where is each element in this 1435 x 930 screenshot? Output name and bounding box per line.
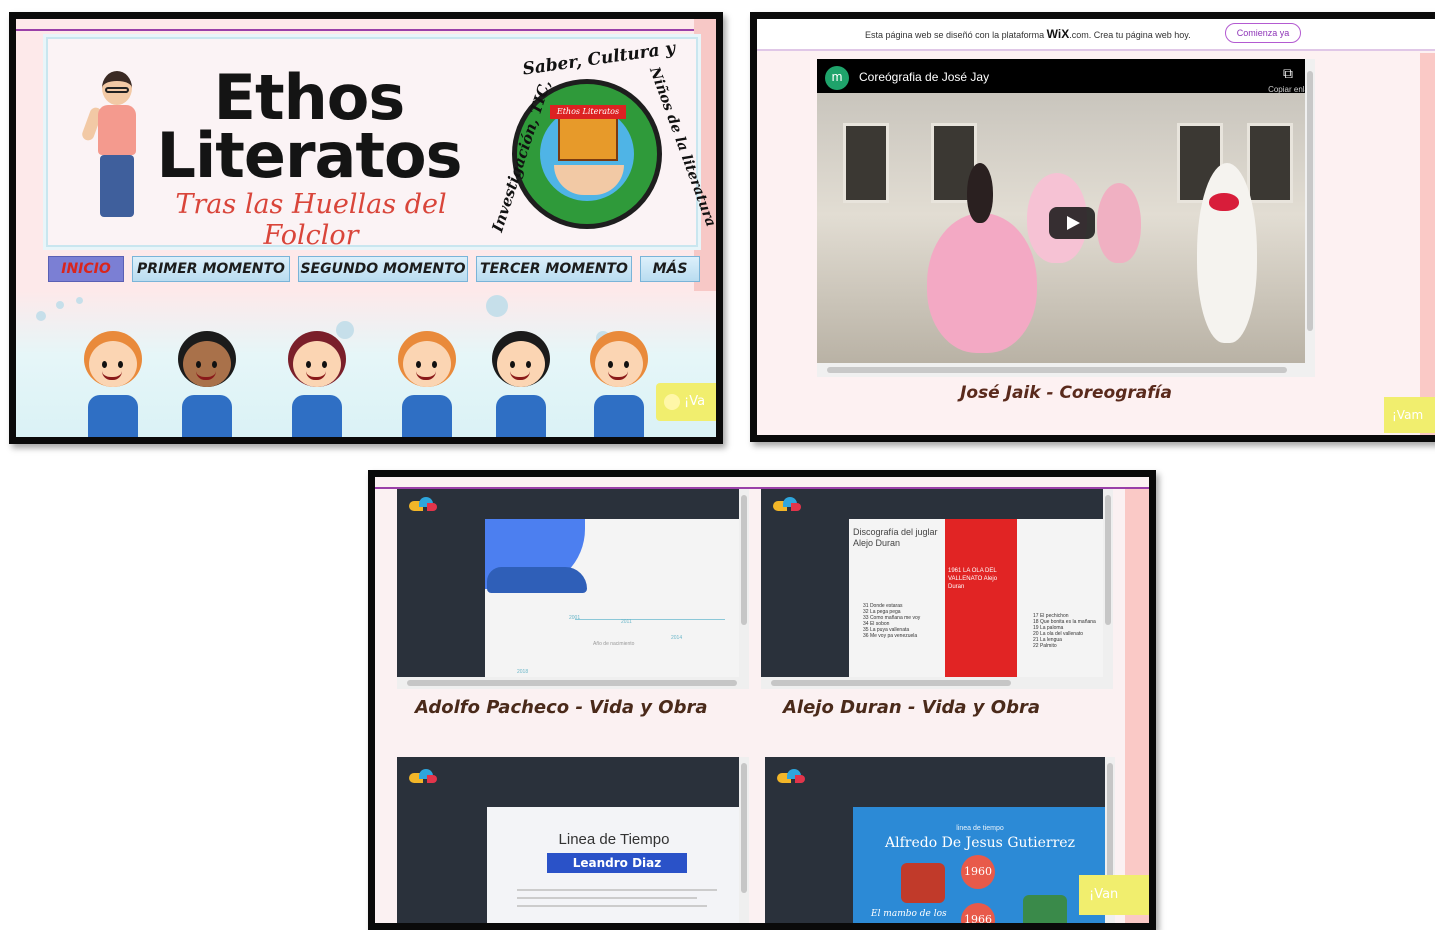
timeline-year-2: 2011 [621, 619, 632, 625]
wix-promo-bar: Esta página web se diseñó con la platafo… [757, 19, 1435, 51]
presentation-logo-icon [777, 769, 807, 785]
nav-tab-segundo-momento[interactable]: SEGUNDO MOMENTO [298, 256, 468, 282]
play-button[interactable] [1049, 207, 1095, 239]
slide-red-text: 1961 LA OLA DEL VALLENATO Alejo Duran [948, 568, 998, 590]
accordion-image [901, 863, 945, 903]
car-image [487, 567, 587, 593]
track-item: 36 Me voy pa venezuela [863, 633, 918, 639]
website-header-screenshot: Ethos Literatos Tras las Huellas del Fol… [9, 12, 723, 444]
video-header: m Coreógrafia de José Jay ⧉ Copiar enla [817, 59, 1315, 94]
slide-small-label: linea de tiempo [956, 825, 1004, 832]
emblem-school-label: Ethos Literatos [550, 105, 626, 119]
year-circle-1: 1960 [961, 855, 995, 889]
video-frame[interactable] [817, 93, 1305, 363]
timeline-year-1: 2001 [569, 615, 581, 621]
horizontal-scrollbar[interactable] [761, 677, 1113, 689]
video-caption: José Jaik - Coreografía [960, 383, 1172, 403]
teacher-avatar [80, 71, 144, 221]
slide-name-badge: Leandro Diaz [547, 853, 687, 873]
video-title[interactable]: Coreógrafia de José Jay [859, 70, 989, 84]
chat-widget-button[interactable]: ¡Va [656, 383, 716, 421]
timeline-year-3: 2014 [671, 635, 683, 641]
nav-tab-inicio[interactable]: INICIO [48, 256, 124, 282]
kids-illustration [16, 291, 716, 437]
site-title: Ethos Literatos [154, 67, 464, 192]
timeline-year-4: 2018 [517, 669, 529, 675]
year-circle-2: 1966 [961, 903, 995, 923]
slide-heading: Discografía del juglar Alejo Duran [853, 527, 938, 548]
vertical-scrollbar[interactable] [739, 757, 749, 923]
video-embed: m Coreógrafia de José Jay ⧉ Copiar enla [817, 59, 1315, 377]
wix-brand: WiX [1046, 27, 1070, 41]
channel-avatar[interactable]: m [825, 66, 849, 90]
caption-adolfo: Adolfo Pacheco - Vida y Obra [415, 697, 708, 718]
nav-tab-mas[interactable]: MÁS [640, 256, 700, 282]
main-nav: INICIO PRIMER MOMENTO SEGUNDO MOMENTO TE… [46, 256, 706, 282]
presentation-embed-alfredo[interactable]: linea de tiempo Alfredo De Jesus Gutierr… [765, 757, 1115, 923]
site-subtitle: Tras las Huellas del Folclor [175, 189, 447, 251]
slide-title: Alfredo De Jesus Gutierrez [885, 835, 1075, 851]
track-list-right: 17 El pechichon 18 Que bonita es la mañan… [1033, 613, 1103, 649]
slide-red-block: 1961 LA OLA DEL VALLENATO Alejo Duran [945, 519, 1017, 679]
video-page-screenshot: Esta página web se diseñó con la platafo… [750, 12, 1435, 442]
slide-title: Linea de Tiempo [558, 831, 670, 848]
site-title-line2: Literatos [156, 119, 463, 192]
presentation-logo-icon [409, 769, 439, 785]
track-list-left: 31 Donde estaras 32 La pega pega 33 Como m… [863, 603, 943, 639]
chat-label: ¡Va [684, 394, 706, 409]
kid-figure-4 [394, 331, 460, 437]
vertical-scrollbar[interactable] [1305, 59, 1315, 377]
vertical-scrollbar[interactable] [739, 489, 749, 689]
site-banner: Ethos Literatos Tras las Huellas del Fol… [46, 37, 716, 251]
horizontal-scrollbar[interactable] [397, 677, 749, 689]
side-accent [1125, 489, 1149, 923]
wix-promo-before: Esta página web se diseñó con la platafo… [865, 30, 1045, 40]
kid-figure-2 [174, 331, 240, 437]
presentation-embed-leandro[interactable]: Linea de Tiempo Leandro Diaz [397, 757, 749, 923]
kid-figure-3 [284, 331, 350, 437]
wix-promo-after: .com. Crea tu página web hoy. [1069, 30, 1191, 40]
kid-figure-5 [488, 331, 554, 437]
presentation-logo-icon [409, 497, 439, 513]
presentation-slide: Discografía del juglar Alejo Duran 1961 … [849, 519, 1103, 679]
chat-widget-button[interactable]: ¡Vam [1384, 397, 1435, 433]
timeline-label: Año de nacimiento [593, 641, 635, 647]
copy-link-icon[interactable]: ⧉ [1283, 66, 1293, 82]
kid-figure-1 [80, 331, 146, 437]
album-label: El mambo de los [871, 909, 947, 919]
caption-alejo: Alejo Duran - Vida y Obra [783, 697, 1041, 718]
chat-widget-button[interactable]: ¡Van [1079, 875, 1149, 915]
horizontal-scrollbar[interactable] [817, 363, 1305, 377]
presentation-slide: linea de tiempo Alfredo De Jesus Gutierr… [853, 807, 1107, 923]
presentation-slide: Linea de Tiempo Leandro Diaz [487, 807, 741, 923]
presentation-logo-icon [773, 497, 803, 513]
wix-promo-text: Esta página web se diseñó con la platafo… [865, 27, 1191, 41]
vertical-scrollbar[interactable] [1103, 489, 1113, 689]
presentation-embed-adolfo[interactable]: 2001 2011 2014 2018 Año de nacimiento [397, 489, 749, 689]
chat-label: ¡Vam [1392, 408, 1424, 422]
presentation-slide: 2001 2011 2014 2018 Año de nacimiento [485, 519, 739, 679]
presentations-page-screenshot: 2001 2011 2014 2018 Año de nacimiento Ad… [368, 470, 1156, 930]
chat-label: ¡Van [1089, 887, 1119, 902]
kid-figure-6 [586, 331, 652, 437]
wix-start-button[interactable]: Comienza ya [1225, 23, 1301, 43]
top-divider [16, 29, 716, 31]
chat-icon [664, 393, 680, 410]
site-emblem-logo: Ethos Literatos Investigación, TIC, Sabe… [478, 38, 716, 247]
track-item: 22 Palmito [1033, 643, 1057, 649]
nav-tab-primer-momento[interactable]: PRIMER MOMENTO [132, 256, 290, 282]
presentation-embed-alejo[interactable]: Discografía del juglar Alejo Duran 1961 … [761, 489, 1113, 689]
side-accent [1420, 53, 1435, 435]
nav-tab-tercer-momento[interactable]: TERCER MOMENTO [476, 256, 632, 282]
